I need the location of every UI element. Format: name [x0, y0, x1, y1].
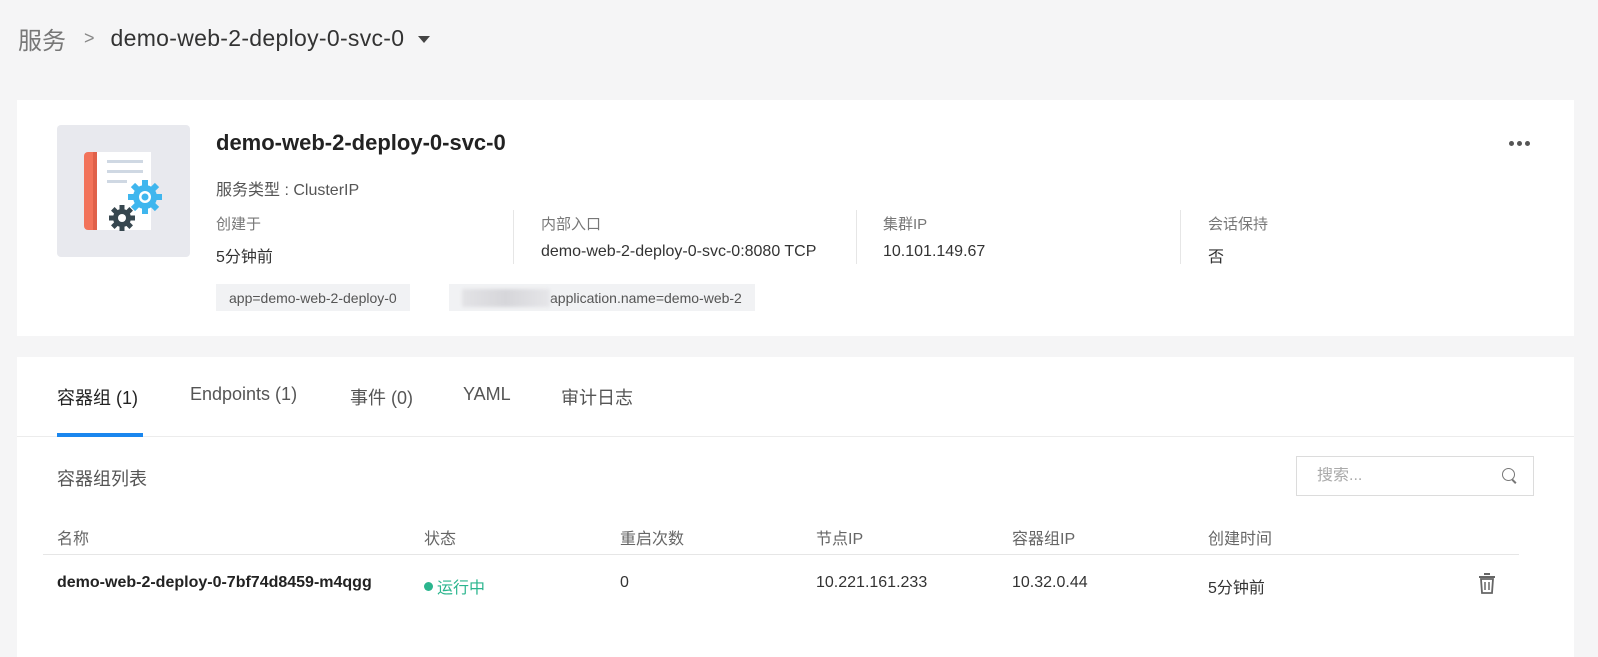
- dot: [1524, 140, 1530, 146]
- redacted-text: [462, 288, 550, 307]
- column-header-restarts[interactable]: 重启次数: [620, 525, 684, 549]
- column-header-node-ip[interactable]: 节点IP: [816, 525, 863, 549]
- tab-bar: 容器组 (1) Endpoints (1) 事件 (0) YAML 审计日志: [17, 357, 1574, 437]
- search-input[interactable]: [1317, 467, 1501, 485]
- created-time: 5分钟前: [1208, 580, 1265, 597]
- status-text: 运行中: [437, 580, 486, 597]
- status-dot-icon: [424, 581, 433, 591]
- meta-divider: [856, 210, 857, 264]
- column-header-created[interactable]: 创建时间: [1208, 525, 1272, 549]
- meta-label: 内部入口: [541, 216, 602, 233]
- label-tag-text: application.name=demo-web-2: [550, 289, 742, 306]
- pod-list-title: 容器组列表: [57, 469, 147, 489]
- breadcrumb-root-link[interactable]: 服务: [18, 21, 66, 56]
- meta-label: 创建于: [216, 216, 262, 233]
- dot: [1516, 140, 1522, 146]
- chevron-down-icon[interactable]: [418, 36, 431, 43]
- dot: [1508, 140, 1514, 146]
- pod-name-link[interactable]: demo-web-2-deploy-0-7bf74d8459-m4qgg: [57, 574, 372, 592]
- detail-panel: 容器组 (1) Endpoints (1) 事件 (0) YAML 审计日志 容…: [17, 357, 1574, 657]
- node-ip: 10.221.161.233: [816, 574, 928, 591]
- meta-label: 会话保持: [1208, 216, 1269, 233]
- meta-label: 集群IP: [883, 216, 928, 233]
- search-box: [1296, 456, 1534, 496]
- tab-events[interactable]: 事件 (0): [350, 384, 413, 437]
- tab-pods[interactable]: 容器组 (1): [57, 384, 138, 437]
- service-icon: [57, 125, 190, 257]
- tab-audit-log[interactable]: 审计日志: [561, 384, 633, 437]
- column-header-status[interactable]: 状态: [424, 525, 456, 549]
- active-tab-indicator: [57, 433, 143, 437]
- breadcrumb: 服务 > demo-web-2-deploy-0-svc-0: [18, 20, 431, 56]
- breadcrumb-separator: >: [84, 27, 95, 48]
- label-tag: application.name=demo-web-2: [449, 284, 755, 311]
- pod-ip: 10.32.0.44: [1012, 574, 1088, 591]
- breadcrumb-current: demo-web-2-deploy-0-svc-0: [110, 24, 405, 51]
- status-badge: 运行中: [424, 574, 485, 598]
- meta-divider: [1180, 210, 1181, 264]
- meta-created: 创建于 5分钟前: [216, 213, 273, 267]
- column-header-pod-ip[interactable]: 容器组IP: [1012, 525, 1075, 549]
- trash-icon[interactable]: [1477, 572, 1497, 594]
- restart-count: 0: [620, 574, 629, 591]
- tab-endpoints[interactable]: Endpoints (1): [190, 384, 297, 437]
- meta-value: demo-web-2-deploy-0-svc-0:8080 TCP: [541, 243, 817, 260]
- meta-value: 否: [1208, 249, 1225, 266]
- service-detail-card: demo-web-2-deploy-0-svc-0 服务类型 : Cluster…: [17, 100, 1574, 336]
- table-header: 名称 状态 重启次数 节点IP 容器组IP 创建时间: [43, 517, 1519, 555]
- meta-cluster-ip: 集群IP 10.101.149.67: [883, 213, 985, 261]
- meta-internal-endpoint: 内部入口 demo-web-2-deploy-0-svc-0:8080 TCP: [541, 213, 816, 261]
- service-type: 服务类型 : ClusterIP: [216, 182, 360, 199]
- tab-yaml[interactable]: YAML: [463, 384, 511, 437]
- service-book-gear-icon: [84, 152, 162, 231]
- more-actions-icon[interactable]: [1504, 128, 1534, 158]
- search-icon[interactable]: [1501, 467, 1519, 485]
- table-row: demo-web-2-deploy-0-7bf74d8459-m4qgg 运行中…: [43, 556, 1519, 614]
- service-name: demo-web-2-deploy-0-svc-0: [216, 130, 506, 155]
- meta-value: 5分钟前: [216, 249, 273, 266]
- label-tag: app=demo-web-2-deploy-0: [216, 284, 410, 311]
- meta-divider: [513, 210, 514, 264]
- column-header-name[interactable]: 名称: [57, 525, 89, 549]
- meta-session-affinity: 会话保持 否: [1208, 213, 1268, 267]
- meta-value: 10.101.149.67: [883, 243, 986, 260]
